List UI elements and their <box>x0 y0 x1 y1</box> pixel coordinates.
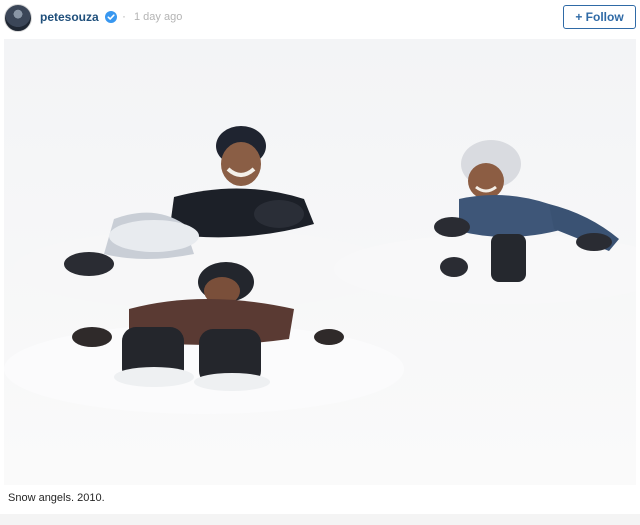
post-photo[interactable] <box>4 39 636 485</box>
avatar[interactable] <box>4 4 32 32</box>
post-timestamp[interactable]: 1 day ago <box>134 11 182 23</box>
separator-dot: · <box>122 9 126 23</box>
footer-divider <box>0 514 640 525</box>
verified-badge-icon <box>105 11 117 23</box>
follow-button[interactable]: + Follow <box>563 5 636 29</box>
post-caption: Snow angels. 2010. <box>8 492 105 504</box>
snow-scene-image <box>4 39 636 485</box>
username-link[interactable]: petesouza <box>40 10 99 24</box>
post-header: petesouza · 1 day ago + Follow <box>0 0 640 38</box>
